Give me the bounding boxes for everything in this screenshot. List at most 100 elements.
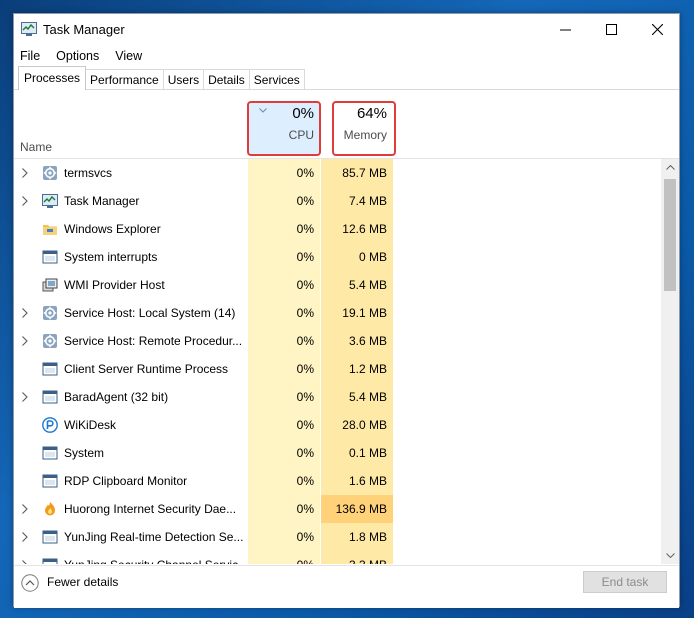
process-cpu: 0% — [296, 474, 314, 488]
process-row[interactable]: RDP Clipboard Monitor 0% 1.6 MB — [14, 467, 661, 495]
process-name: Windows Explorer — [64, 222, 161, 236]
process-row[interactable]: Service Host: Remote Procedur... 0% 3.6 MB — [14, 327, 661, 355]
menu-view[interactable]: View — [109, 46, 148, 66]
folder-icon — [42, 221, 58, 237]
window-icon — [42, 361, 58, 377]
tab-processes[interactable]: Processes — [18, 66, 87, 90]
chevron-right-icon[interactable] — [22, 392, 28, 402]
close-icon — [651, 23, 663, 35]
menu-options[interactable]: Options — [50, 46, 105, 66]
end-task-button[interactable]: End task — [583, 571, 667, 593]
tab-services[interactable]: Services — [248, 69, 305, 90]
scroll-up-button[interactable] — [661, 159, 679, 176]
process-name: WMI Provider Host — [64, 278, 165, 292]
cpu-highlight-box — [247, 101, 321, 156]
chevron-right-icon[interactable] — [22, 196, 28, 206]
process-memory: 1.2 MB — [348, 362, 387, 376]
window-icon — [42, 473, 58, 489]
process-name: Service Host: Remote Procedur... — [64, 334, 243, 348]
maximize-button[interactable] — [588, 14, 634, 44]
chevron-right-icon[interactable] — [22, 168, 28, 178]
process-name: termsvcs — [64, 166, 112, 180]
process-memory: 136.9 MB — [321, 495, 393, 523]
process-name: YunJing Security Channel Servic... — [64, 558, 244, 564]
process-row[interactable]: BaradAgent (32 bit) 0% 5.4 MB — [14, 383, 661, 411]
shield-flame-icon — [42, 501, 58, 517]
process-name: WiKiDesk — [64, 418, 117, 432]
footer-bar: Fewer details End task — [14, 565, 679, 608]
process-cpu: 0% — [296, 250, 314, 264]
chevron-up-circle-icon — [21, 574, 39, 592]
chevron-right-icon[interactable] — [22, 336, 28, 346]
window-icon — [42, 529, 58, 545]
tab-details[interactable]: Details — [203, 69, 250, 90]
window-icon — [42, 557, 58, 564]
process-row[interactable]: WMI Provider Host 0% 5.4 MB — [14, 271, 661, 299]
process-memory: 85.7 MB — [342, 166, 387, 180]
scroll-thumb[interactable] — [664, 179, 676, 291]
process-row[interactable]: Huorong Internet Security Dae... 0% 136.9 … — [14, 495, 661, 523]
fewer-details-link[interactable]: Fewer details — [47, 575, 118, 589]
column-name[interactable]: Name — [20, 140, 52, 154]
maximize-icon — [605, 23, 617, 35]
minimize-button[interactable] — [542, 14, 588, 44]
process-name: Client Server Runtime Process — [64, 362, 229, 376]
memory-highlight-box — [332, 101, 396, 156]
process-row[interactable]: Client Server Runtime Process 0% 1.2 MB — [14, 355, 661, 383]
process-row[interactable]: WiKiDesk 0% 28.0 MB — [14, 411, 661, 439]
process-cpu: 0% — [296, 334, 314, 348]
process-name: RDP Clipboard Monitor — [64, 474, 188, 488]
chevron-right-icon[interactable] — [22, 504, 28, 514]
process-name: System interrupts — [64, 250, 158, 264]
process-name: Task Manager — [64, 194, 140, 208]
tab-performance[interactable]: Performance — [85, 69, 164, 90]
process-row[interactable]: termsvcs 0% 85.7 MB — [14, 159, 661, 187]
process-row[interactable]: Windows Explorer 0% 12.6 MB — [14, 215, 661, 243]
process-name: Huorong Internet Security Dae... — [64, 502, 237, 516]
wmi-icon — [42, 277, 58, 293]
process-row[interactable]: Service Host: Local System (14) 0% 19.1 MB — [14, 299, 661, 327]
process-cpu: 0% — [296, 306, 314, 320]
process-cpu: 0% — [248, 558, 314, 564]
vertical-scrollbar[interactable] — [661, 159, 679, 564]
wikidesk-icon — [42, 417, 58, 433]
window-icon — [42, 249, 58, 265]
process-cpu: 0% — [296, 390, 314, 404]
gear-icon — [42, 305, 58, 321]
process-row[interactable]: Task Manager 0% 7.4 MB — [14, 187, 661, 215]
menu-file[interactable]: File — [14, 46, 46, 66]
task-manager-app-icon — [21, 22, 37, 36]
gear-icon — [42, 165, 58, 181]
process-cpu: 0% — [296, 166, 314, 180]
process-cpu: 0% — [296, 278, 314, 292]
process-memory: 3.6 MB — [348, 334, 387, 348]
chevron-right-icon[interactable] — [22, 560, 28, 564]
chevron-down-icon — [665, 553, 675, 558]
process-row[interactable]: YunJing Real-time Detection Se... 0% 1.8 M… — [14, 523, 661, 551]
title-bar[interactable]: Task Manager — [14, 14, 679, 44]
process-cpu: 0% — [296, 446, 314, 460]
minimize-icon — [559, 29, 571, 30]
window-title: Task Manager — [43, 22, 125, 37]
process-row[interactable]: System interrupts 0% 0 MB — [14, 243, 661, 271]
column-header: Name 0% CPU 64% Memory — [14, 90, 679, 159]
tab-users[interactable]: Users — [162, 69, 205, 90]
scroll-down-button[interactable] — [661, 547, 679, 564]
process-memory: 12.6 MB — [342, 222, 387, 236]
window-icon — [42, 389, 58, 405]
process-memory: 1.8 MB — [348, 530, 387, 544]
process-list: termsvcs 0% 85.7 MB Task Manager 0% 7.4 MB Win… — [14, 159, 661, 564]
chevron-right-icon[interactable] — [22, 532, 28, 542]
chevron-right-icon[interactable] — [22, 308, 28, 318]
process-row[interactable]: System 0% 0.1 MB — [14, 439, 661, 467]
process-name: Service Host: Local System (14) — [64, 306, 236, 320]
process-row[interactable]: YunJing Security Channel Servic... 0% 3.3 … — [14, 551, 661, 564]
process-memory: 19.1 MB — [342, 306, 387, 320]
close-button[interactable] — [634, 14, 680, 44]
fewer-details-toggle[interactable] — [21, 574, 39, 597]
process-name: BaradAgent (32 bit) — [64, 390, 169, 404]
menu-bar: File Options View — [14, 46, 152, 66]
task-manager-icon — [42, 193, 58, 209]
process-name: YunJing Real-time Detection Se... — [64, 530, 244, 544]
task-manager-window: Task Manager File Options View Processes… — [13, 13, 680, 608]
